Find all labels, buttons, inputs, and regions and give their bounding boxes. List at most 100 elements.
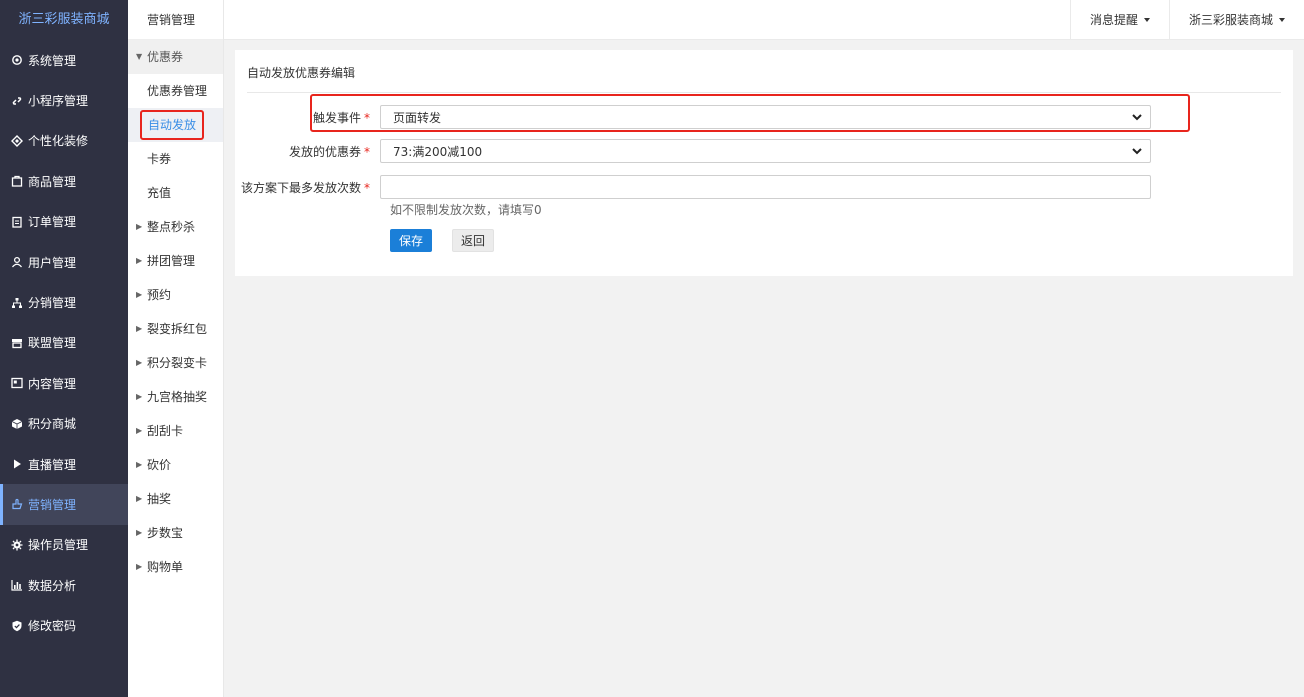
sidebar-item-label: 小程序管理 <box>28 94 89 109</box>
subnav-group-label: 优惠券 <box>147 50 184 64</box>
subnav-group-label: 裂变拆红包 <box>147 322 208 336</box>
coupon-value: 73:满200减100 <box>393 144 483 159</box>
sidebar-item-label: 营销管理 <box>28 497 77 512</box>
subnav-item-label: 卡券 <box>147 152 172 166</box>
sidebar-item-6[interactable]: 分销管理 <box>0 282 128 322</box>
sidebar-item-label: 订单管理 <box>28 215 77 230</box>
sitemap-icon <box>10 296 24 310</box>
notifications-dropdown[interactable]: 消息提醒 <box>1069 0 1169 40</box>
sidebar-item-label: 商品管理 <box>28 174 77 189</box>
subnav-group-label: 步数宝 <box>147 526 184 540</box>
sidebar-item-9[interactable]: 积分商城 <box>0 404 128 444</box>
sidebar-item-7[interactable]: 联盟管理 <box>0 323 128 363</box>
cog-icon <box>10 538 24 552</box>
subnav-group-label: 拼团管理 <box>147 254 196 268</box>
caret-down-icon <box>1279 18 1285 22</box>
sidebar-item-1[interactable]: 小程序管理 <box>0 80 128 120</box>
label-text: 该方案下最多发放次数 <box>240 181 361 195</box>
caret-right-icon: ▶ <box>136 290 143 299</box>
sidebar-item-label: 分销管理 <box>28 296 77 311</box>
sidebar-item-8[interactable]: 内容管理 <box>0 363 128 403</box>
coupon-edit-card: 自动发放优惠券编辑 触发事件 * 页面转发 发放的优惠券 * 73:满200减100… <box>235 50 1293 276</box>
subnav-item-coupon-manage[interactable]: 优惠券管理 <box>128 74 223 108</box>
diamond-icon <box>10 134 24 148</box>
sidebar-item-14[interactable]: 修改密码 <box>0 605 128 645</box>
sidebar-item-2[interactable]: 个性化装修 <box>0 121 128 161</box>
subnav-group-label: 积分裂变卡 <box>147 356 208 370</box>
trigger-event-row: 触发事件 * 页面转发 <box>235 105 1293 129</box>
sidebar-item-10[interactable]: 直播管理 <box>0 444 128 484</box>
back-button[interactable]: 返回 <box>452 229 494 252</box>
sidebar-item-0[interactable]: 系统管理 <box>0 40 128 80</box>
max-issue-hint: 如不限制发放次数，请填写0 <box>390 203 542 217</box>
sidebar-item-13[interactable]: 数据分析 <box>0 565 128 605</box>
sidebar-item-label: 积分商城 <box>28 417 77 432</box>
sidebar-item-3[interactable]: 商品管理 <box>0 161 128 201</box>
caret-right-icon: ▶ <box>136 494 143 503</box>
sidebar-item-label: 系统管理 <box>28 53 77 68</box>
box-icon <box>10 174 24 188</box>
coupon-select[interactable]: 73:满200减100 <box>380 139 1151 163</box>
subnav-group-2[interactable]: ▶ 预约 <box>128 278 223 312</box>
chevron-down-icon <box>1132 114 1142 121</box>
subnav-group-4[interactable]: ▶ 积分裂变卡 <box>128 346 223 380</box>
subnav-group-coupon[interactable]: ▼ 优惠券 <box>128 40 223 74</box>
trigger-event-select[interactable]: 页面转发 <box>380 105 1151 129</box>
caret-right-icon: ▶ <box>136 222 143 231</box>
store-icon <box>10 336 24 350</box>
shop-account-dropdown[interactable]: 浙三彩服装商城 <box>1168 0 1304 40</box>
top-header: 消息提醒 浙三彩服装商城 <box>224 0 1304 40</box>
caret-down-icon <box>1143 18 1150 22</box>
subnav-group-9[interactable]: ▶ 步数宝 <box>128 516 223 550</box>
subnav-item-recharge[interactable]: 充值 <box>128 176 223 210</box>
sidebar-item-12[interactable]: 操作员管理 <box>0 525 128 565</box>
sidebar-item-label: 操作员管理 <box>28 538 89 553</box>
shop-account-label: 浙三彩服装商城 <box>1188 13 1273 27</box>
subnav-group-10[interactable]: ▶ 购物单 <box>128 550 223 584</box>
subnav-group-1[interactable]: ▶ 拼团管理 <box>128 244 223 278</box>
coupon-row: 发放的优惠券 * 73:满200减100 <box>235 139 1293 163</box>
sidebar-item-label: 内容管理 <box>28 376 77 391</box>
sidebar-item-label: 个性化装修 <box>28 134 89 149</box>
sidebar-item-4[interactable]: 订单管理 <box>0 202 128 242</box>
sidebar-item-label: 用户管理 <box>28 255 77 270</box>
subnav-item-label: 充值 <box>147 186 172 200</box>
sidebar-item-label: 数据分析 <box>28 578 77 593</box>
subnav-item-label: 优惠券管理 <box>147 84 208 98</box>
main-sidebar: 浙三彩服装商城 系统管理小程序管理个性化装修商品管理订单管理用户管理分销管理联盟… <box>0 0 128 697</box>
notifications-label: 消息提醒 <box>1089 13 1138 27</box>
subnav-group-0[interactable]: ▶ 整点秒杀 <box>128 210 223 244</box>
save-button[interactable]: 保存 <box>390 229 432 252</box>
clipboard-icon <box>10 215 24 229</box>
caret-right-icon: ▶ <box>136 256 143 265</box>
required-mark: * <box>364 181 370 195</box>
caret-right-icon: ▶ <box>136 392 143 401</box>
chevron-down-icon <box>1132 148 1142 155</box>
user-icon <box>10 255 24 269</box>
subnav-group-7[interactable]: ▶ 砍价 <box>128 448 223 482</box>
sidebar-item-label: 直播管理 <box>28 457 77 472</box>
brand-logo-text[interactable]: 浙三彩服装商城 <box>0 0 128 40</box>
subnav-group-8[interactable]: ▶ 抽奖 <box>128 482 223 516</box>
label-text: 发放的优惠券 <box>288 144 361 159</box>
caret-right-icon: ▶ <box>136 528 143 537</box>
subnav-group-6[interactable]: ▶ 刮刮卡 <box>128 414 223 448</box>
caret-right-icon: ▶ <box>136 460 143 469</box>
sidebar-item-label: 联盟管理 <box>28 336 77 351</box>
subnav-group-3[interactable]: ▶ 裂变拆红包 <box>128 312 223 346</box>
max-issue-input[interactable] <box>380 175 1151 199</box>
subnav-title: 营销管理 <box>128 0 223 40</box>
gear-icon <box>10 53 24 67</box>
subnav-group-5[interactable]: ▶ 九宫格抽奖 <box>128 380 223 414</box>
subnav-item-label: 自动发放 <box>140 110 205 140</box>
caret-right-icon: ▶ <box>136 358 143 367</box>
sidebar-item-11[interactable]: 营销管理 <box>0 484 128 526</box>
bar-chart-icon <box>10 578 24 592</box>
max-issue-label: 该方案下最多发放次数 * <box>235 175 380 196</box>
sidebar-item-5[interactable]: 用户管理 <box>0 242 128 282</box>
subnav-item-card-coupon[interactable]: 卡券 <box>128 142 223 176</box>
trigger-event-value: 页面转发 <box>393 110 442 125</box>
subnav-group-label: 砍价 <box>147 458 172 472</box>
sidebar-item-label: 修改密码 <box>28 619 77 634</box>
subnav-item-auto-issue[interactable]: 自动发放 <box>128 108 223 142</box>
